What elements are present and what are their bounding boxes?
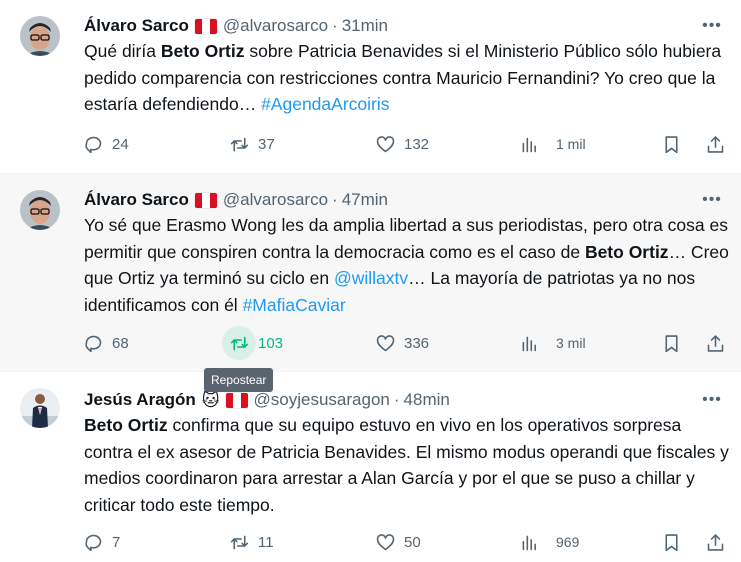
tweet-actions: 24 37 132 1 mil <box>76 126 736 162</box>
peru-flag-icon <box>194 18 217 34</box>
timestamp[interactable]: 31min <box>342 16 388 36</box>
share-icon <box>698 127 732 161</box>
views-button[interactable]: 3 mil <box>512 325 586 361</box>
author-handle[interactable]: @soyjesusaragon <box>254 390 390 410</box>
separator-dot: · <box>332 190 338 209</box>
views-chart-icon <box>512 326 546 360</box>
tweet-actions: 7 11 50 969 <box>76 524 736 560</box>
reply-count: 7 <box>112 533 121 551</box>
views-button[interactable]: 1 mil <box>512 126 586 162</box>
like-button[interactable]: 132 <box>368 126 429 162</box>
timeline-feed: Álvaro Sarco @alvarosarco · 31min ••• Qu… <box>0 0 741 562</box>
author-name[interactable]: Álvaro Sarco <box>84 16 189 36</box>
heart-icon <box>368 525 402 559</box>
more-options-icon[interactable]: ••• <box>695 188 729 212</box>
reply-count: 24 <box>112 135 129 153</box>
like-count: 132 <box>404 135 430 153</box>
tweet-header: Álvaro Sarco @alvarosarco · 47min <box>84 188 388 212</box>
views-chart-icon <box>512 525 546 559</box>
timestamp[interactable]: 47min <box>342 190 388 210</box>
repost-button[interactable]: 11 <box>222 524 274 560</box>
like-button[interactable]: 336 <box>368 325 429 361</box>
heart-icon <box>368 326 402 360</box>
views-count: 1 mil <box>556 136 586 152</box>
reply-button[interactable]: 7 <box>76 524 120 560</box>
share-icon <box>698 525 732 559</box>
repost-tooltip: Repostear <box>204 368 274 392</box>
tweet-text: Beto Ortiz confirma que su equipo estuvo… <box>84 412 730 518</box>
heart-icon <box>368 127 402 161</box>
like-count: 50 <box>404 533 421 551</box>
share-button[interactable] <box>698 126 732 162</box>
author-name[interactable]: Jesús Aragón <box>84 390 196 410</box>
peru-flag-icon <box>194 192 217 208</box>
bookmark-button[interactable] <box>654 325 688 361</box>
like-count: 336 <box>404 334 430 352</box>
bookmark-button[interactable] <box>654 524 688 560</box>
avatar[interactable] <box>20 190 60 230</box>
cat-face-emoji-icon: 🐱 <box>201 390 220 410</box>
reply-count: 68 <box>112 334 129 352</box>
reply-icon <box>76 326 110 360</box>
repost-icon <box>222 127 256 161</box>
repost-count: 37 <box>258 135 275 153</box>
tweet[interactable]: Álvaro Sarco @alvarosarco · 47min ••• Yo… <box>0 174 741 372</box>
share-icon <box>698 326 732 360</box>
bold-mention: Beto Ortiz <box>584 241 669 262</box>
bookmark-button[interactable] <box>654 126 688 162</box>
bold-mention: Beto Ortiz <box>160 41 245 61</box>
bookmark-icon <box>654 127 688 161</box>
views-count: 3 mil <box>556 335 586 351</box>
like-button[interactable]: 50 <box>368 524 421 560</box>
avatar[interactable] <box>20 16 60 56</box>
views-count: 969 <box>556 534 580 550</box>
author-handle[interactable]: @alvarosarco <box>223 190 328 210</box>
separator-dot: · <box>393 390 400 409</box>
peru-flag-icon <box>225 392 248 408</box>
more-options-icon[interactable]: ••• <box>695 388 729 412</box>
hashtag-link[interactable]: #AgendaArcoiris <box>261 94 389 114</box>
timestamp[interactable]: 48min <box>404 390 450 410</box>
more-options-icon[interactable]: ••• <box>695 14 729 38</box>
author-name[interactable]: Álvaro Sarco <box>84 190 189 210</box>
tweet-header: Álvaro Sarco @alvarosarco · 31min <box>84 14 388 38</box>
author-handle[interactable]: @alvarosarco <box>223 16 328 36</box>
views-button[interactable]: 969 <box>512 524 579 560</box>
tweet-text: Qué diría Beto Ortiz sobre Patricia Bena… <box>84 38 730 118</box>
mention-link[interactable]: @willaxtv <box>334 268 408 288</box>
share-button[interactable] <box>698 524 732 560</box>
hashtag-link[interactable]: #MafiaCaviar <box>243 295 346 315</box>
separator-dot: · <box>332 16 338 35</box>
repost-icon <box>222 326 256 360</box>
avatar[interactable] <box>20 388 60 428</box>
reply-icon <box>76 127 110 161</box>
bold-mention: Beto Ortiz <box>84 415 168 435</box>
repost-icon <box>222 525 256 559</box>
reply-button[interactable]: 24 <box>76 126 129 162</box>
repost-button[interactable]: 103 <box>222 325 283 361</box>
tweet-text: Yo sé que Erasmo Wong les da amplia libe… <box>84 212 730 318</box>
bookmark-icon <box>654 326 688 360</box>
tweet-actions: 68 103 336 3 mil <box>76 325 736 361</box>
text-segment: Qué diría <box>84 41 161 61</box>
reply-button[interactable]: 68 <box>76 325 129 361</box>
text-segment: confirma que su equipo estuvo en vivo en… <box>84 415 729 515</box>
repost-count: 103 <box>258 334 284 352</box>
share-button[interactable] <box>698 325 732 361</box>
bookmark-icon <box>654 525 688 559</box>
repost-button[interactable]: 37 <box>222 126 275 162</box>
repost-count: 11 <box>258 533 274 551</box>
tweet[interactable]: Jesús Aragón 🐱 @soyjesusaragon · 48min •… <box>0 372 741 562</box>
reply-icon <box>76 525 110 559</box>
views-chart-icon <box>512 127 546 161</box>
tweet[interactable]: Álvaro Sarco @alvarosarco · 31min ••• Qu… <box>0 0 741 174</box>
